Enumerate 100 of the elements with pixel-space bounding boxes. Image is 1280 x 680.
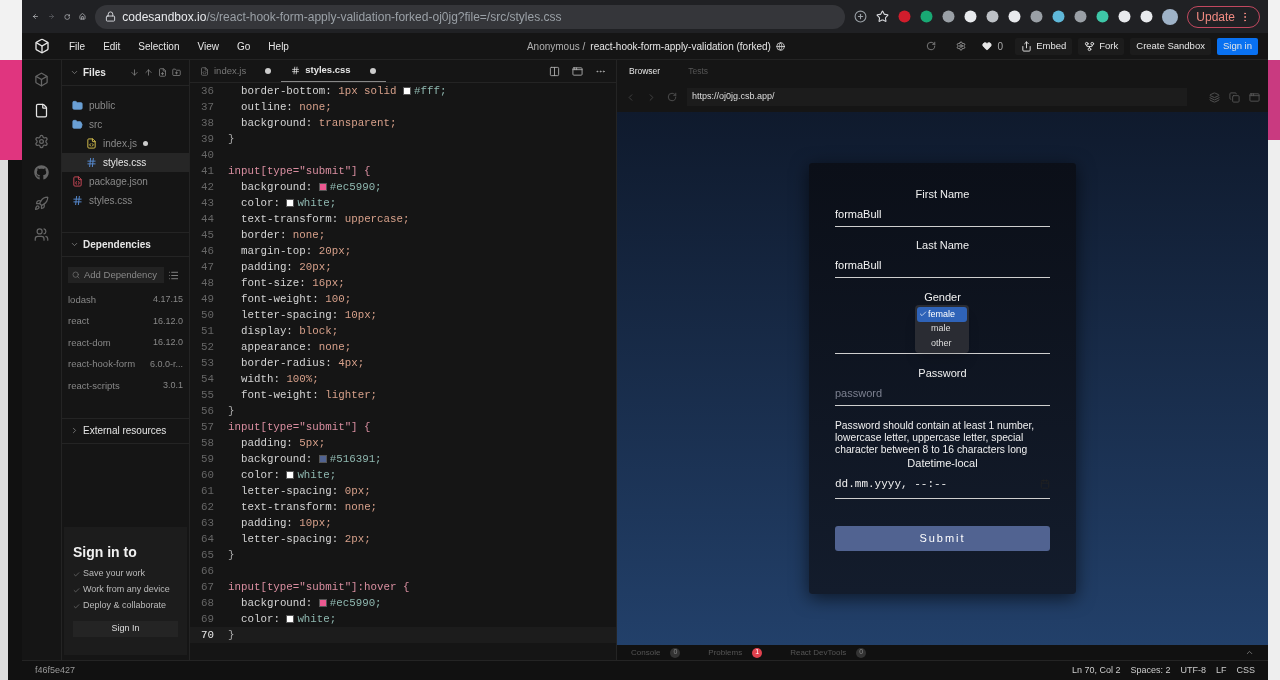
file-tree-item[interactable]: styles.css bbox=[62, 153, 189, 172]
css-property: border: bbox=[241, 228, 287, 241]
css-property: border-bottom: bbox=[241, 84, 332, 97]
css-property: width: bbox=[241, 372, 280, 385]
css-property: margin-top: bbox=[241, 244, 313, 257]
line-number: 44 bbox=[200, 211, 215, 227]
css-value: 2px; bbox=[344, 532, 371, 545]
css-property: letter-spacing: bbox=[241, 308, 339, 321]
benefit-text: Save your work bbox=[83, 567, 146, 581]
dependency-name[interactable]: lodash bbox=[68, 292, 96, 307]
dependency-version: 6.0.0-r... bbox=[149, 357, 183, 371]
header-button[interactable]: Embed bbox=[1015, 37, 1073, 55]
dependency-version: 4.17.15 bbox=[152, 293, 183, 306]
line-number: 58 bbox=[200, 435, 215, 451]
css-value: 16px; bbox=[312, 276, 345, 289]
code-brace: } bbox=[228, 131, 235, 147]
line-number: 42 bbox=[200, 179, 215, 195]
dependency-name[interactable]: react-scripts bbox=[68, 378, 120, 393]
line-number: 70 bbox=[200, 627, 215, 643]
code-brace: } bbox=[228, 403, 235, 419]
benefit-text: Work from any device bbox=[83, 583, 170, 597]
section-title[interactable]: Files bbox=[83, 65, 106, 80]
css-property: color: bbox=[241, 468, 280, 481]
line-number: 67 bbox=[200, 579, 215, 595]
dependency-version: 16.12.0 bbox=[152, 336, 183, 349]
text-field[interactable]: formaBull bbox=[835, 201, 1050, 227]
css-value: 1px solid bbox=[338, 84, 397, 97]
like-count: 0 bbox=[997, 39, 1004, 54]
status-item[interactable]: UTF-8 bbox=[1180, 663, 1206, 678]
css-value: #ec5990; bbox=[329, 180, 382, 193]
css-property: font-size: bbox=[241, 276, 306, 289]
address-bar[interactable]: codesandbox.io/s/react-hook-form-apply-validation-forked-oj0jg?file=/src/styles.css bbox=[95, 4, 846, 29]
css-value: white; bbox=[297, 468, 337, 481]
menu-item[interactable]: Help bbox=[268, 38, 289, 54]
editor-tab[interactable]: styles.css bbox=[281, 60, 386, 82]
css-property: padding: bbox=[241, 260, 293, 273]
dropdown-option[interactable]: female bbox=[917, 307, 967, 322]
menu-item[interactable]: Go bbox=[237, 38, 251, 54]
dependency-version: 16.12.0 bbox=[152, 314, 183, 328]
header-button[interactable]: Create Sandbox bbox=[1130, 37, 1211, 55]
code-brace: } bbox=[228, 547, 235, 563]
section-title[interactable]: External resources bbox=[83, 423, 167, 438]
dependency-name[interactable]: react-dom bbox=[68, 335, 111, 350]
preview-tab[interactable]: Browser bbox=[629, 64, 661, 78]
dependency-search-field[interactable]: Add Dependency bbox=[68, 267, 164, 283]
file-tree-item[interactable]: styles.css bbox=[62, 191, 189, 210]
menu-item[interactable]: View bbox=[197, 38, 219, 54]
file-tree-item[interactable]: index.js bbox=[62, 134, 189, 153]
css-property: background: bbox=[241, 596, 313, 609]
section-title[interactable]: Dependencies bbox=[83, 237, 151, 252]
css-property: display: bbox=[241, 324, 293, 337]
css-value: none; bbox=[344, 500, 378, 513]
css-value: none; bbox=[299, 100, 332, 113]
dependency-name[interactable]: react-hook-form bbox=[68, 357, 136, 372]
menu-item[interactable]: Selection bbox=[138, 38, 180, 54]
menu-item[interactable]: File bbox=[69, 38, 86, 54]
css-property: letter-spacing: bbox=[241, 532, 339, 545]
dependency-name[interactable]: react bbox=[68, 314, 90, 329]
css-property: text-transform: bbox=[241, 500, 339, 513]
line-number: 55 bbox=[200, 387, 215, 403]
project-owner: Anonymous / bbox=[526, 39, 586, 54]
css-value: #ec5990; bbox=[329, 596, 382, 609]
css-value: transparent; bbox=[318, 116, 397, 129]
css-value: 10px; bbox=[299, 516, 332, 529]
sign-in-button[interactable]: Sign In bbox=[73, 621, 178, 637]
status-item[interactable]: CSS bbox=[1236, 663, 1255, 678]
header-button[interactable]: Fork bbox=[1078, 37, 1125, 55]
project-name: react-hook-form-apply-validation (forked) bbox=[590, 39, 771, 54]
submit-button[interactable]: Submit bbox=[835, 526, 1050, 551]
file-tree-item[interactable]: src bbox=[62, 115, 189, 134]
css-value: 4px; bbox=[338, 356, 365, 369]
css-value: 20px; bbox=[299, 260, 332, 273]
select-field[interactable]: female male other bbox=[835, 304, 1050, 354]
line-number: 61 bbox=[200, 483, 215, 499]
status-item[interactable]: Ln 70, Col 2 bbox=[1071, 663, 1121, 678]
status-item[interactable]: Spaces: 2 bbox=[1130, 663, 1171, 678]
css-selector: input[type="submit"]:hover { bbox=[228, 579, 410, 595]
field-label: First Name bbox=[914, 187, 971, 201]
preview-url-field[interactable]: https://oj0jg.csb.app/ bbox=[687, 88, 1187, 106]
status-item[interactable]: LF bbox=[1215, 663, 1227, 678]
dropdown-option[interactable]: other bbox=[917, 336, 967, 351]
css-property: padding: bbox=[241, 516, 293, 529]
datetime-field[interactable]: dd.mm.yyyy, --:-- bbox=[835, 470, 1050, 499]
line-number: 47 bbox=[200, 259, 215, 275]
field-label: Gender bbox=[923, 290, 962, 304]
menu-item[interactable]: Edit bbox=[103, 38, 121, 54]
sign-in-button[interactable]: Sign in bbox=[1216, 37, 1258, 55]
field-label: Datetime-local bbox=[906, 456, 979, 470]
password-field[interactable]: password bbox=[835, 380, 1050, 406]
dropdown-option[interactable]: male bbox=[917, 321, 967, 336]
file-tree-item[interactable]: package.json bbox=[62, 172, 189, 191]
text-field[interactable]: formaBull bbox=[835, 252, 1050, 278]
url-text: codesandbox.io/s/react-hook-form-apply-validation-forked-oj0jg?file=/src/styles.css bbox=[122, 8, 562, 26]
css-property: background: bbox=[241, 180, 313, 193]
password-hint: Password should contain at least 1 number, lowercase letter, uppercase letter, special character between 8 to 16 characters long bbox=[835, 420, 1036, 456]
editor-tab[interactable]: index.js bbox=[190, 60, 282, 82]
file-tree-item[interactable]: public bbox=[62, 96, 189, 115]
css-value: 100; bbox=[325, 292, 352, 305]
line-number: 45 bbox=[200, 227, 215, 243]
line-number: 39 bbox=[200, 131, 215, 147]
